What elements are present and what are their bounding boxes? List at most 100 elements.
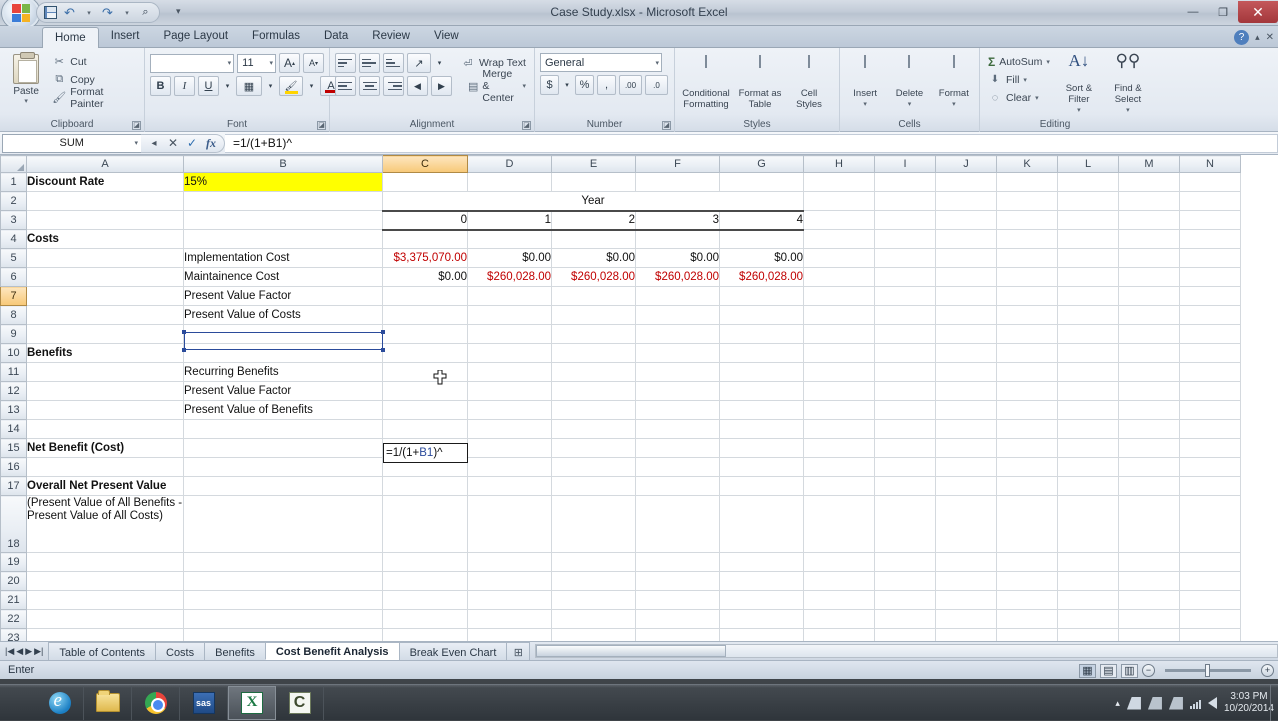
cell-E10[interactable] [551,343,636,363]
clock[interactable]: 3:03 PM 10/20/2014 [1224,691,1274,715]
number-dialog-launcher[interactable]: ◪ [662,121,671,130]
cell-styles-button[interactable]: Cell Styles [788,54,830,110]
chevron-down-icon[interactable]: ▾ [863,99,867,110]
cell-A5[interactable] [26,248,184,268]
cell-E11[interactable] [551,362,636,382]
cell-H15[interactable] [803,438,875,458]
select-all-button[interactable] [0,155,27,173]
cell-A7[interactable] [26,286,184,306]
cell-H8[interactable] [803,305,875,325]
cell-G8[interactable] [719,305,804,325]
cell-B15[interactable] [183,438,383,458]
cell-M2[interactable] [1118,191,1180,211]
taskbar-item-camtasia[interactable]: C [276,685,324,720]
orientation-button[interactable]: ↗ [407,53,431,73]
taskbar-item-microsoft-excel[interactable]: X [228,685,276,720]
cell-C12[interactable] [382,381,468,401]
column-header-n[interactable]: N [1179,155,1241,173]
decrease-indent-button[interactable]: ◀ [407,76,428,96]
cell-K4[interactable] [996,229,1058,249]
cell-E18[interactable] [551,495,636,553]
sheet-tab-benefits[interactable]: Benefits [204,642,266,660]
cell-J22[interactable] [935,609,997,629]
normal-view-button[interactable]: ▦ [1079,663,1096,678]
cell-F9[interactable] [635,324,720,344]
format-as-table-button[interactable]: Format as Table [734,54,786,110]
zoom-slider[interactable] [1165,664,1251,677]
cell-H12[interactable] [803,381,875,401]
cell-K18[interactable] [996,495,1058,553]
cell-C1[interactable] [382,172,468,192]
align-left-button[interactable] [335,76,356,96]
cell-I21[interactable] [874,590,936,610]
cell-H7[interactable] [803,286,875,306]
format-cells-button[interactable]: Format ▾ [934,54,974,110]
cell-D22[interactable] [467,609,552,629]
cell-A16[interactable] [26,457,184,477]
cell-C21[interactable] [382,590,468,610]
cell-N14[interactable] [1179,419,1241,439]
cell-M7[interactable] [1118,286,1180,306]
cell-B7[interactable]: Present Value Factor [183,286,383,306]
column-header-k[interactable]: K [996,155,1058,173]
cell-D10[interactable] [467,343,552,363]
insert-worksheet-button[interactable]: ⊞ [506,642,531,660]
row-header-2[interactable]: 2 [0,191,27,211]
cell-I23[interactable] [874,628,936,641]
cell-M15[interactable] [1118,438,1180,458]
row-header-11[interactable]: 11 [0,362,27,382]
cell-H14[interactable] [803,419,875,439]
cell-H22[interactable] [803,609,875,629]
italic-button[interactable]: I [174,76,195,96]
cell-G15[interactable] [719,438,804,458]
previous-sheet-button[interactable]: ◀ [16,646,23,657]
chevron-down-icon[interactable]: ▾ [952,99,956,110]
minimize-ribbon-icon[interactable]: ▴ [1255,32,1260,43]
cell-A2[interactable] [26,191,184,211]
clipboard-dialog-launcher[interactable]: ◪ [132,121,141,130]
help-icon[interactable]: ? [1234,30,1250,45]
column-header-b[interactable]: B [183,155,383,173]
last-sheet-button[interactable]: ▶| [34,646,43,657]
cell-I8[interactable] [874,305,936,325]
cell-M20[interactable] [1118,571,1180,591]
cell-K3[interactable] [996,210,1058,230]
row-header-14[interactable]: 14 [0,419,27,439]
cell-A6[interactable] [26,267,184,287]
cell-E8[interactable] [551,305,636,325]
cell-K1[interactable] [996,172,1058,192]
close-button[interactable]: ✕ [1238,1,1278,23]
cell-L8[interactable] [1057,305,1119,325]
cell-D5[interactable]: $0.00 [467,248,552,268]
cell-L20[interactable] [1057,571,1119,591]
cell-K23[interactable] [996,628,1058,641]
cell-A14[interactable] [26,419,184,439]
cell-N3[interactable] [1179,210,1241,230]
cell-N6[interactable] [1179,267,1241,287]
cell-K16[interactable] [996,457,1058,477]
cell-C17[interactable] [382,476,468,496]
cell-H9[interactable] [803,324,875,344]
column-header-i[interactable]: I [874,155,936,173]
cell-K2[interactable] [996,191,1058,211]
cell-C3[interactable]: 0 [382,210,468,231]
row-header-10[interactable]: 10 [0,343,27,363]
spreadsheet-grid[interactable]: A B C D E F G H I J K L M N 1 Discount R… [0,155,1278,641]
cell-F17[interactable] [635,476,720,496]
cell-C18[interactable] [382,495,468,553]
cell-B19[interactable] [183,552,383,572]
cell-F5[interactable]: $0.00 [635,248,720,268]
cell-A19[interactable] [26,552,184,572]
cell-L1[interactable] [1057,172,1119,192]
cell-F12[interactable] [635,381,720,401]
taskbar-item-file-explorer[interactable] [84,685,132,720]
cell-I4[interactable] [874,229,936,249]
cell-M17[interactable] [1118,476,1180,496]
font-size-combo[interactable]: 11 ▾ [237,53,276,73]
orientation-dropdown[interactable]: ▾ [434,53,445,73]
fill-color-button[interactable]: 🖌 [279,76,303,96]
cell-N13[interactable] [1179,400,1241,420]
cell-G12[interactable] [719,381,804,401]
cell-N18[interactable] [1179,495,1241,553]
cell-G20[interactable] [719,571,804,591]
